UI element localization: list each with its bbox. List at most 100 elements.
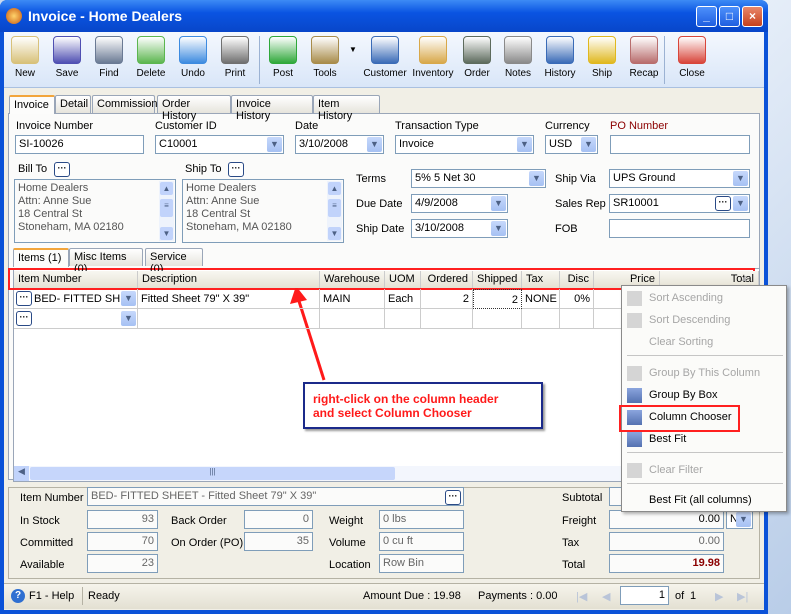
grid-cell[interactable]: [320, 309, 385, 329]
due-date-picker[interactable]: 4/9/2008 ▼: [411, 194, 508, 213]
detail-volume-field[interactable]: 0 cu ft: [379, 532, 464, 551]
grid-cell[interactable]: [560, 309, 594, 329]
grid-cell[interactable]: [421, 309, 473, 329]
column-header-description[interactable]: Description: [138, 271, 320, 288]
page-number-field[interactable]: 1: [620, 586, 669, 605]
toolbar-button-tools[interactable]: Tools: [304, 34, 346, 79]
tab-invoice[interactable]: Invoice: [9, 95, 55, 114]
chevron-down-icon[interactable]: ▼: [491, 221, 506, 236]
grid-cell[interactable]: [473, 309, 522, 329]
item-tab-1[interactable]: Misc Items (0): [69, 248, 143, 275]
ship-to-address[interactable]: Home Dealers Attn: Anne Sue 18 Central St S…: [182, 179, 344, 243]
chevron-down-icon[interactable]: ▼: [121, 291, 136, 306]
first-page-icon[interactable]: |◀: [576, 590, 587, 603]
chevron-down-icon[interactable]: ▼: [736, 512, 751, 527]
column-header-warehouse[interactable]: Warehouse: [320, 271, 385, 288]
scrollbar[interactable]: ▲ ≡ ▼: [327, 181, 342, 241]
chevron-down-icon[interactable]: ▼: [367, 137, 382, 152]
prev-page-icon[interactable]: ◀: [602, 590, 610, 603]
detail-available-field[interactable]: 23: [87, 554, 158, 573]
column-header-item-number[interactable]: Item Number: [14, 271, 138, 288]
scroll-left-icon[interactable]: ◀: [14, 466, 29, 481]
tab-commission[interactable]: Commission: [92, 95, 158, 113]
toolbar-button-close[interactable]: Close: [671, 34, 713, 79]
ship-date-picker[interactable]: 3/10/2008 ▼: [411, 219, 508, 238]
detail-tax-field[interactable]: 0.00: [609, 532, 724, 551]
item-lookup-button[interactable]: ···: [16, 311, 32, 326]
toolbar-button-delete[interactable]: Delete: [130, 34, 172, 79]
grid-cell[interactable]: [385, 309, 421, 329]
ship-via-select[interactable]: UPS Ground ▼: [609, 169, 750, 188]
column-header-shipped[interactable]: Shipped: [473, 271, 522, 288]
toolbar-button-new[interactable]: New: [4, 34, 46, 79]
detail-weight-field[interactable]: 0 lbs: [379, 510, 464, 529]
menu-item-sort-ascending[interactable]: Sort Ascending: [649, 292, 723, 304]
item-number-lookup-button[interactable]: ···: [445, 490, 461, 505]
toolbar-button-save[interactable]: Save: [46, 34, 88, 79]
detail-in_stock-field[interactable]: 93: [87, 510, 158, 529]
currency-select[interactable]: USD ▼: [545, 135, 598, 154]
toolbar-button-inventory[interactable]: Inventory: [411, 34, 455, 79]
menu-item-best-fit[interactable]: Best Fit: [649, 433, 686, 445]
grid-cell[interactable]: Each: [385, 289, 421, 309]
toolbar-button-post[interactable]: Post: [262, 34, 304, 79]
grid-cell[interactable]: NONE: [522, 289, 560, 309]
tab-item-history[interactable]: Item History: [313, 95, 380, 122]
terms-select[interactable]: 5% 5 Net 30 ▼: [411, 169, 546, 188]
next-page-icon[interactable]: ▶: [715, 590, 723, 603]
item-tab-0[interactable]: Items (1): [13, 248, 69, 267]
detail-item_number-field[interactable]: BED- FITTED SHEET - Fitted Sheet 79" X 3…: [87, 487, 464, 506]
item-lookup-button[interactable]: ···: [16, 291, 32, 306]
close-window-button[interactable]: ×: [742, 6, 763, 27]
toolbar-button-history[interactable]: History: [539, 34, 581, 79]
detail-on_order-field[interactable]: 35: [244, 532, 313, 551]
grid-cell[interactable]: [138, 309, 320, 329]
tools-dropdown-arrow-icon[interactable]: ▼: [349, 45, 357, 54]
column-header-uom[interactable]: UOM: [385, 271, 421, 288]
date-picker[interactable]: 3/10/2008 ▼: [295, 135, 384, 154]
toolbar-button-notes[interactable]: Notes: [497, 34, 539, 79]
chevron-down-icon[interactable]: ▼: [267, 137, 282, 152]
menu-item-best-fit-all-columns-[interactable]: Best Fit (all columns): [649, 494, 752, 506]
toolbar-button-print[interactable]: Print: [214, 34, 256, 79]
scroll-thumb[interactable]: ≡: [328, 199, 341, 217]
tab-invoice-history[interactable]: Invoice History: [231, 95, 313, 122]
menu-item-clear-sorting[interactable]: Clear Sorting: [649, 336, 713, 348]
help-hint[interactable]: F1 - Help: [29, 590, 74, 602]
chevron-down-icon[interactable]: ▼: [733, 196, 748, 211]
chevron-down-icon[interactable]: ▼: [581, 137, 596, 152]
scroll-thumb[interactable]: ≡: [160, 199, 173, 217]
toolbar-button-find[interactable]: Find: [88, 34, 130, 79]
sales-rep-lookup-button[interactable]: ···: [715, 196, 731, 211]
customer-id-select[interactable]: C10001 ▼: [155, 135, 284, 154]
toolbar-button-customer[interactable]: Customer: [363, 34, 407, 79]
chevron-down-icon[interactable]: ▼: [733, 171, 748, 186]
scroll-down-icon[interactable]: ▼: [328, 227, 341, 240]
scroll-up-icon[interactable]: ▲: [160, 182, 173, 195]
toolbar-button-ship[interactable]: Ship: [581, 34, 623, 79]
column-header-ordered[interactable]: Ordered: [421, 271, 473, 288]
transaction-type-select[interactable]: Invoice ▼: [395, 135, 534, 154]
last-page-icon[interactable]: ▶|: [737, 590, 748, 603]
menu-item-group-by-this-column[interactable]: Group By This Column: [649, 367, 760, 379]
column-header-tax[interactable]: Tax: [522, 271, 560, 288]
bill-to-address[interactable]: Home Dealers Attn: Anne Sue 18 Central St S…: [14, 179, 176, 243]
invoice-number-field[interactable]: SI-10026: [15, 135, 144, 154]
detail-back_order-field[interactable]: 0: [244, 510, 313, 529]
detail-total-field[interactable]: 19.98: [609, 554, 724, 573]
tab-detail[interactable]: Detail: [55, 95, 91, 113]
scroll-down-icon[interactable]: ▼: [160, 227, 173, 240]
scroll-thumb[interactable]: |||: [30, 467, 395, 480]
item-tab-2[interactable]: Service (0): [145, 248, 203, 275]
fob-field[interactable]: [609, 219, 750, 238]
sales-rep-select[interactable]: SR10001 ··· ▼: [609, 194, 750, 213]
chevron-down-icon[interactable]: ▼: [529, 171, 544, 186]
toolbar-button-undo[interactable]: Undo: [172, 34, 214, 79]
chevron-down-icon[interactable]: ▼: [491, 196, 506, 211]
grid-cell[interactable]: BED- FITTED SHEE: [14, 289, 138, 309]
detail-committed-field[interactable]: 70: [87, 532, 158, 551]
minimize-button[interactable]: _: [696, 6, 717, 27]
grid-cell[interactable]: 0%: [560, 289, 594, 309]
scroll-up-icon[interactable]: ▲: [328, 182, 341, 195]
ship-to-lookup-button[interactable]: ···: [228, 162, 244, 177]
